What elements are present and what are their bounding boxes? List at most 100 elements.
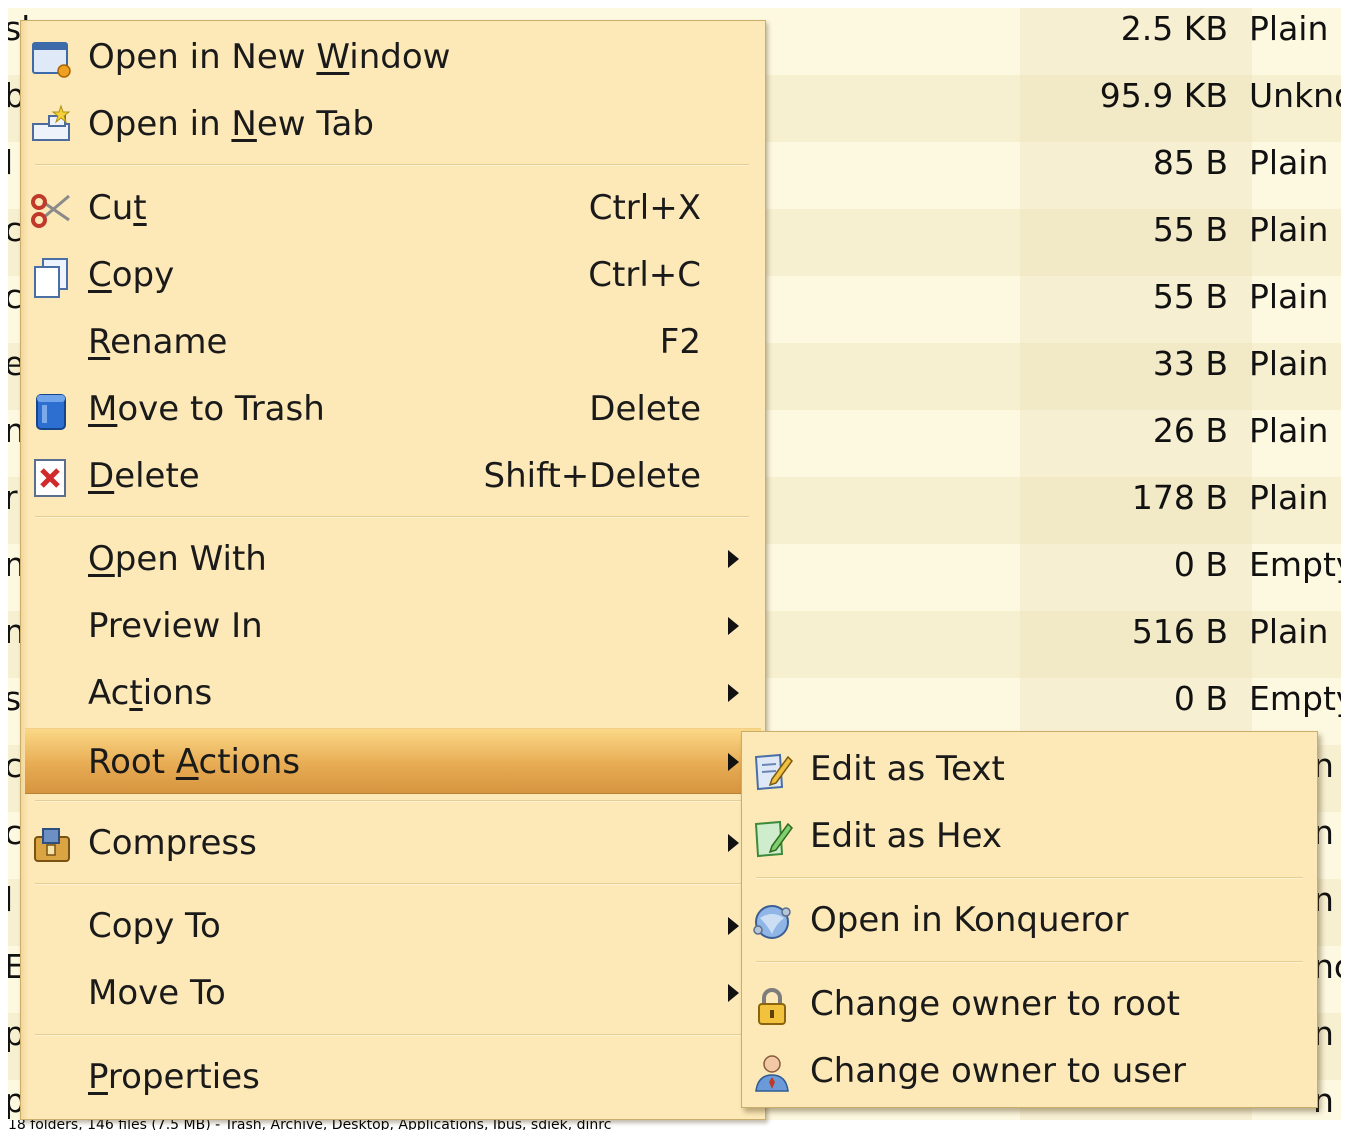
menu-item-mnemonic: M (88, 389, 118, 429)
menu-item-mnemonic: C (88, 255, 112, 295)
file-type: Plain (1249, 277, 1329, 316)
menu-item-mnemonic: t (129, 673, 143, 713)
status-bar: 18 folders, 146 files (7.5 MB) - Trash, … (8, 1120, 1341, 1130)
menu-item-label: Copy To (88, 906, 221, 946)
submenu-item-change-owner-root[interactable]: Change owner to root (742, 971, 1317, 1037)
menu-item-label: Cu (88, 188, 134, 228)
shortcut-label: F2 (659, 322, 701, 362)
menu-item-rename[interactable]: Rename F2 (21, 309, 765, 375)
menu-separator (756, 961, 1303, 963)
menu-item-label: ctions (198, 742, 301, 782)
menu-separator (35, 800, 749, 802)
submenu-item-label: Edit as Text (810, 749, 1005, 789)
menu-item-label: ew Tab (256, 104, 374, 144)
file-type: Plain (1249, 210, 1329, 249)
menu-item-compress[interactable]: Compress (21, 810, 765, 876)
file-size: 55 B (1152, 277, 1228, 316)
menu-item-label: Root (88, 742, 176, 782)
menu-item-open-new-window[interactable]: Open in New Window (21, 24, 765, 90)
file-name: l (8, 143, 14, 182)
menu-item-label: elete (114, 456, 200, 496)
submenu-arrow-icon (728, 550, 739, 568)
file-size: 516 B (1131, 612, 1228, 651)
user-icon (750, 1051, 794, 1095)
submenu-item-label: Change owner to root (810, 984, 1180, 1024)
submenu-item-edit-as-hex[interactable]: Edit as Hex (742, 803, 1317, 869)
submenu-item-label: Edit as Hex (810, 816, 1003, 856)
submenu-item-edit-as-text[interactable]: Edit as Text (742, 736, 1317, 802)
menu-item-label: pen With (114, 539, 267, 579)
menu-item-label: roperties (107, 1057, 260, 1097)
copy-icon (29, 255, 73, 299)
file-type: Empty (1249, 545, 1341, 584)
file-type: Empty (1249, 679, 1341, 718)
window-icon (29, 37, 73, 81)
shortcut-label: Shift+Delete (483, 456, 701, 496)
root-actions-submenu: Edit as Text Edit as Hex Open in Konquer… (741, 731, 1318, 1108)
submenu-item-label: Change owner to user (810, 1051, 1186, 1091)
submenu-item-change-owner-user[interactable]: Change owner to user (742, 1038, 1317, 1104)
lock-icon (750, 984, 794, 1028)
file-type: Plain (1249, 9, 1329, 48)
new-tab-icon (29, 104, 73, 148)
context-menu: Open in New Window Open in New Tab Cut C… (20, 20, 766, 1120)
file-size: 85 B (1152, 143, 1228, 182)
menu-item-mnemonic: A (175, 742, 199, 782)
menu-item-preview-in[interactable]: Preview In (21, 593, 765, 659)
file-type: Plain (1249, 478, 1329, 517)
menu-separator (35, 1034, 749, 1036)
file-size: 26 B (1152, 411, 1228, 450)
menu-item-mnemonic: D (88, 456, 115, 496)
scissors-icon (29, 188, 73, 232)
file-type: Plain (1249, 411, 1329, 450)
menu-item-label: Compress (88, 823, 257, 863)
menu-item-mnemonic: O (88, 539, 115, 579)
file-size: 55 B (1152, 210, 1228, 249)
menu-item-label: Open in (88, 104, 232, 144)
menu-separator (35, 164, 749, 166)
menu-separator (35, 516, 749, 518)
submenu-arrow-icon (728, 984, 739, 1002)
submenu-item-open-in-konqueror[interactable]: Open in Konqueror (742, 887, 1317, 953)
menu-item-label: indow (349, 37, 451, 77)
menu-item-root-actions[interactable]: Root Actions (25, 728, 761, 794)
edit-hex-icon (750, 816, 794, 860)
file-size: 178 B (1131, 478, 1228, 517)
menu-item-copy[interactable]: Copy Ctrl+C (21, 242, 765, 308)
menu-item-move-to[interactable]: Move To (21, 960, 765, 1026)
menu-item-mnemonic: W (316, 37, 350, 77)
archive-icon (29, 823, 73, 867)
submenu-arrow-icon (728, 684, 739, 702)
menu-item-open-new-tab[interactable]: Open in New Tab (21, 91, 765, 157)
file-size: 0 B (1173, 545, 1228, 584)
menu-item-cut[interactable]: Cut Ctrl+X (21, 175, 765, 241)
menu-item-delete[interactable]: Delete Shift+Delete (21, 443, 765, 509)
file-type: Unkno (1249, 76, 1341, 115)
menu-item-label: Ac (88, 673, 130, 713)
menu-item-open-with[interactable]: Open With (21, 526, 765, 592)
menu-item-label: Move To (88, 973, 226, 1013)
menu-item-copy-to[interactable]: Copy To (21, 893, 765, 959)
submenu-arrow-icon (728, 617, 739, 635)
file-type: Plain (1249, 612, 1329, 651)
menu-item-properties[interactable]: Properties (21, 1044, 765, 1110)
konqueror-icon (750, 900, 794, 944)
menu-item-actions[interactable]: Actions (21, 660, 765, 726)
menu-item-mnemonic: t (133, 188, 147, 228)
file-size: 0 B (1173, 679, 1228, 718)
file-name: r (8, 478, 18, 517)
menu-item-mnemonic: N (231, 104, 257, 144)
menu-item-move-to-trash[interactable]: Move to Trash Delete (21, 376, 765, 442)
menu-item-label: ove to Trash (117, 389, 325, 429)
menu-separator (756, 877, 1303, 879)
trash-icon (29, 389, 73, 433)
delete-icon (29, 456, 73, 500)
file-type: Plain (1249, 143, 1329, 182)
menu-item-label: Preview In (88, 606, 263, 646)
menu-separator (35, 883, 749, 885)
file-name: l (8, 880, 14, 919)
menu-item-label: Open in New (88, 37, 317, 77)
shortcut-label: Delete (589, 389, 701, 429)
shortcut-label: Ctrl+X (588, 188, 701, 228)
edit-text-icon (750, 749, 794, 793)
